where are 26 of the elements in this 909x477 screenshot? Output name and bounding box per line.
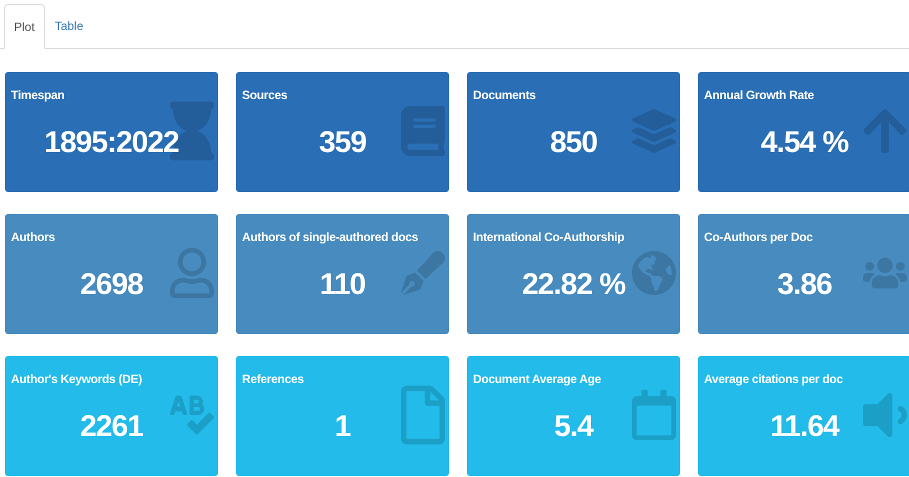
card-value: 5.4 bbox=[554, 409, 593, 445]
card-title: Average citations per doc bbox=[704, 371, 844, 388]
card-value: 110 bbox=[320, 267, 366, 303]
card-title: References bbox=[242, 371, 305, 388]
card-value: 2261 bbox=[80, 409, 143, 445]
card-title: Co-Authors per Doc bbox=[704, 229, 814, 246]
card-title: Authors bbox=[11, 229, 56, 246]
tab[interactable]: Plot bbox=[4, 4, 45, 49]
card-title: Document Average Age bbox=[473, 371, 602, 388]
card-value: 359 bbox=[318, 125, 366, 161]
card-value: 850 bbox=[550, 125, 598, 161]
card-title: Authors of single-authored docs bbox=[242, 229, 420, 246]
card-title: Documents bbox=[473, 87, 537, 104]
card-value: 2698 bbox=[80, 267, 143, 303]
card-value: 1895:2022 bbox=[44, 125, 179, 161]
card-title: Sources bbox=[242, 87, 288, 104]
card-value: 11.64 bbox=[770, 409, 839, 445]
card-value: 4.54 % bbox=[760, 125, 848, 161]
card-title: International Co-Authorship bbox=[473, 229, 626, 246]
card-value: 1 bbox=[334, 409, 350, 445]
card-value: 22.82 % bbox=[522, 267, 626, 303]
card-title: Author's Keywords (DE) bbox=[11, 371, 143, 388]
card-title: Annual Growth Rate bbox=[704, 87, 815, 104]
tab[interactable]: Table bbox=[44, 3, 94, 48]
card-value: 3.86 bbox=[777, 267, 832, 303]
card-title: Timespan bbox=[11, 87, 66, 104]
